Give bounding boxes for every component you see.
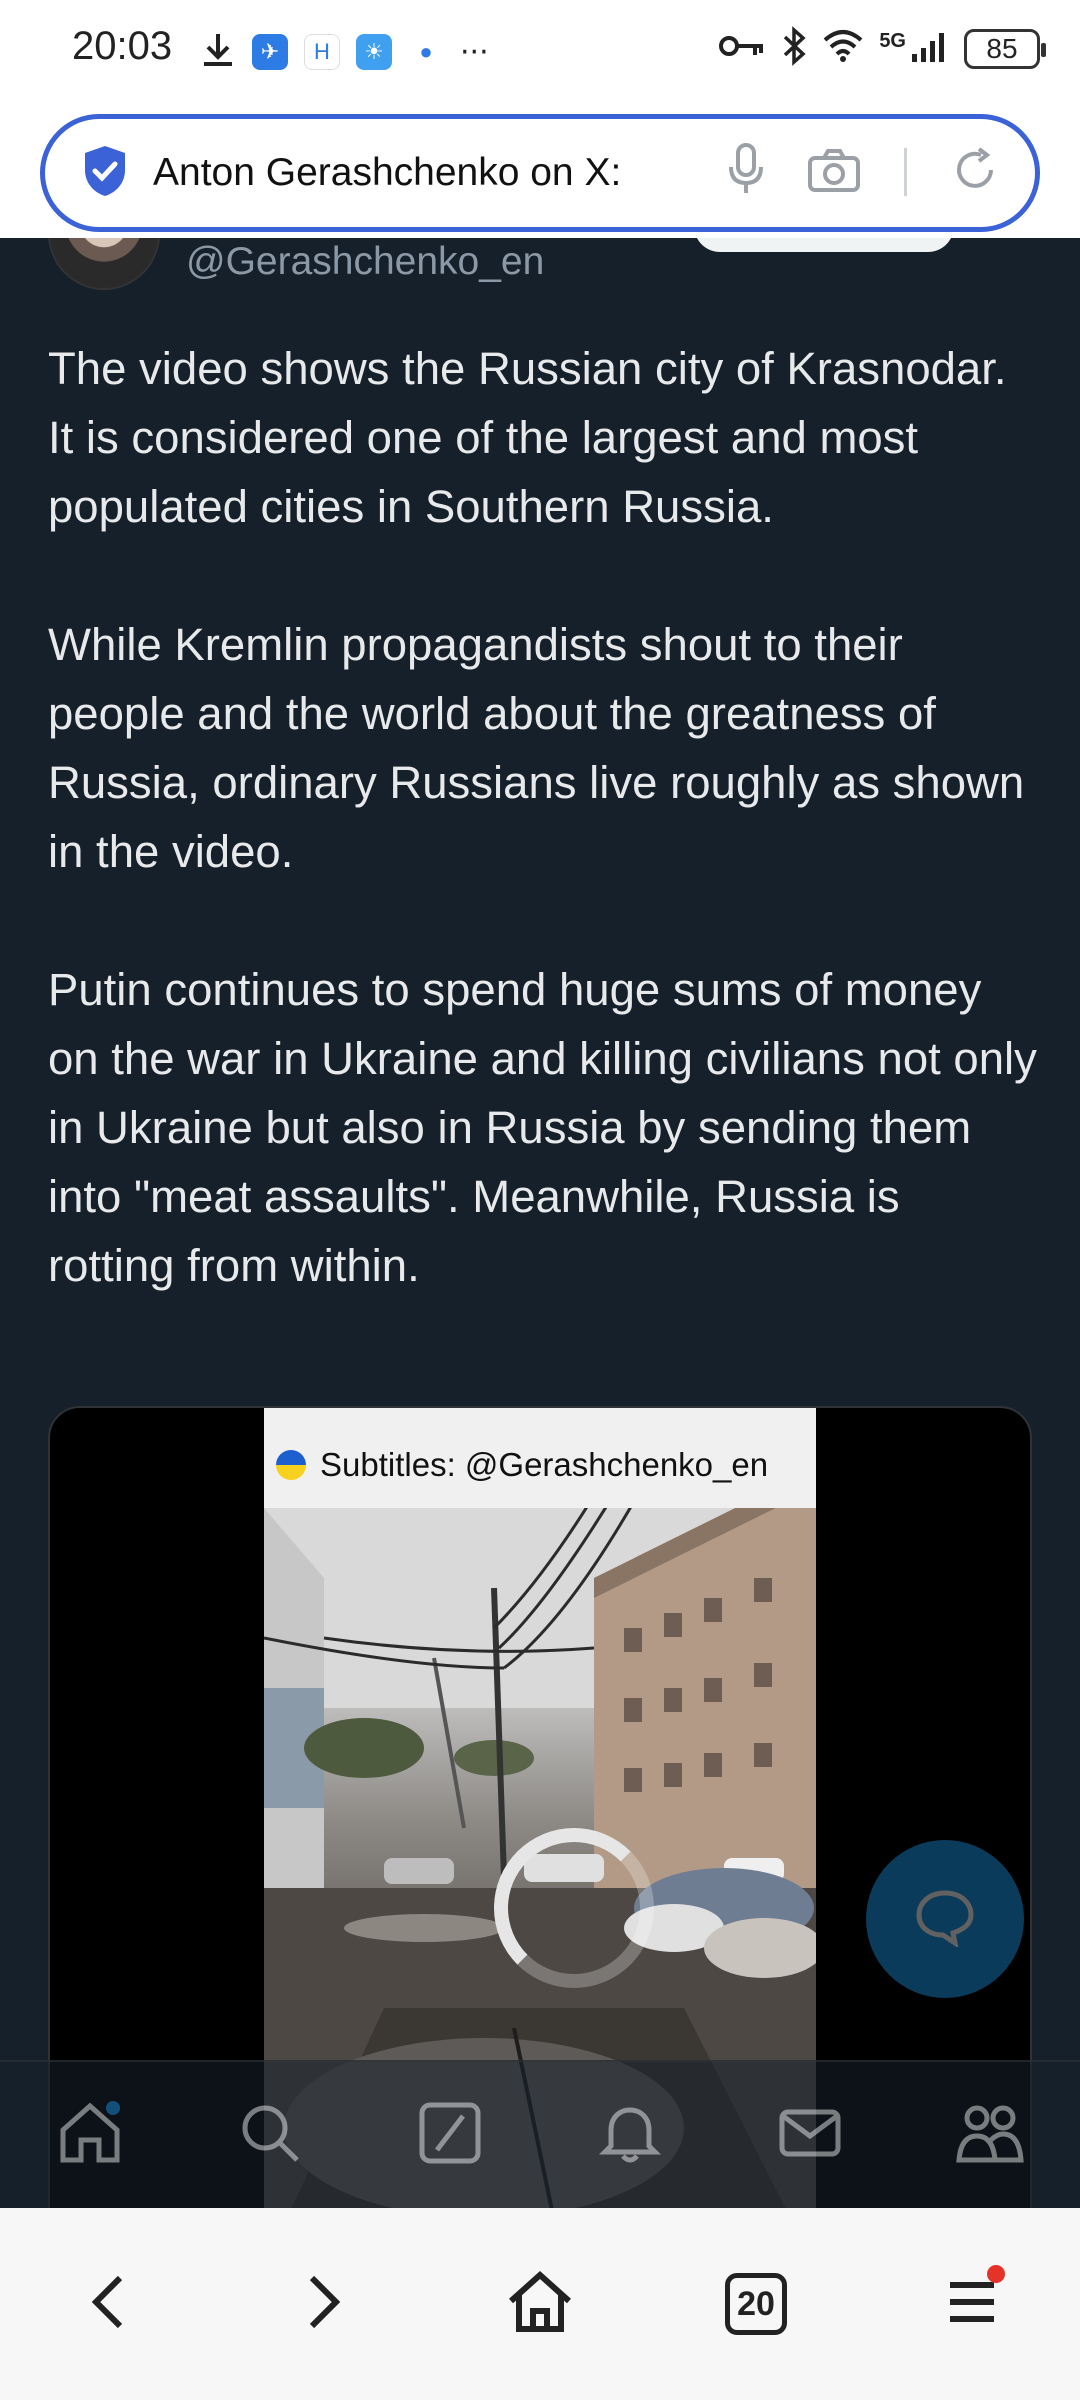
author-handle[interactable]: @Gerashchenko_en bbox=[186, 240, 544, 284]
address-actions bbox=[728, 143, 999, 201]
loading-spinner-icon bbox=[494, 1828, 654, 1988]
messages-icon bbox=[777, 2100, 843, 2170]
menu-button[interactable] bbox=[917, 2249, 1027, 2359]
nav-grok[interactable] bbox=[410, 2095, 490, 2175]
browser-toolbar: Anton Gerashchenko on X: bbox=[0, 100, 1080, 238]
chevron-left-icon bbox=[86, 2272, 130, 2336]
tweet-text: The video shows the Russian city of Kras… bbox=[48, 334, 1038, 1369]
tabs-button[interactable]: 20 bbox=[701, 2249, 811, 2359]
nav-home[interactable] bbox=[50, 2095, 130, 2175]
weather-icon: ☀ bbox=[356, 34, 392, 70]
tabs-count: 20 bbox=[725, 2273, 787, 2335]
h-app-icon: H bbox=[304, 34, 340, 70]
address-divider bbox=[904, 148, 907, 196]
tweet: @Gerashchenko_en The video shows the Rus… bbox=[0, 238, 1080, 2208]
browser-app-icon: ● bbox=[408, 34, 444, 70]
download-icon bbox=[200, 30, 236, 74]
address-bar[interactable]: Anton Gerashchenko on X: bbox=[40, 114, 1040, 232]
reload-icon[interactable] bbox=[951, 146, 999, 198]
unread-dot bbox=[106, 2101, 120, 2115]
tweet-paragraph: The video shows the Russian city of Kras… bbox=[48, 343, 1007, 532]
forward-button[interactable] bbox=[269, 2249, 379, 2359]
battery-indicator: 85 bbox=[964, 28, 1046, 69]
page-title-in-address: Anton Gerashchenko on X: bbox=[153, 151, 622, 194]
search-icon bbox=[237, 2100, 303, 2170]
tweet-paragraph: Putin continues to spend huge sums of mo… bbox=[48, 964, 1037, 1291]
notifications-icon bbox=[597, 2100, 663, 2170]
microphone-icon[interactable] bbox=[728, 143, 764, 201]
browser-home-icon bbox=[505, 2269, 575, 2339]
video-subtitle: Subtitles: @Gerashchenko_en bbox=[276, 1446, 768, 1484]
menu-notification-dot bbox=[987, 2265, 1005, 2283]
grok-icon bbox=[417, 2100, 483, 2170]
chevron-right-icon bbox=[302, 2272, 346, 2336]
status-bar: 20:03 ✈ H ☀ ● ··· 5G 85 bbox=[0, 0, 1080, 100]
back-button[interactable] bbox=[53, 2249, 163, 2359]
system-indicators: 5G 85 bbox=[719, 26, 1046, 71]
signal-icon bbox=[910, 28, 950, 69]
more-notifications-icon: ··· bbox=[460, 34, 489, 70]
chat-bubble-icon bbox=[913, 1887, 977, 1951]
browser-bottom-bar: 20 bbox=[0, 2208, 1080, 2400]
video-subtitle-text: Subtitles: @Gerashchenko_en bbox=[320, 1446, 769, 1483]
avatar[interactable] bbox=[48, 238, 160, 290]
nav-search[interactable] bbox=[230, 2095, 310, 2175]
menu-icon bbox=[946, 2277, 998, 2331]
bluetooth-icon bbox=[781, 26, 807, 71]
app-notification-icon: ✈ bbox=[252, 34, 288, 70]
nav-communities[interactable] bbox=[950, 2095, 1030, 2175]
camera-search-icon[interactable] bbox=[808, 148, 860, 196]
network-type-label: 5G bbox=[879, 30, 906, 52]
follow-button[interactable] bbox=[694, 238, 954, 252]
nav-notifications[interactable] bbox=[590, 2095, 670, 2175]
compose-reply-button[interactable] bbox=[866, 1840, 1024, 1998]
nav-messages[interactable] bbox=[770, 2095, 850, 2175]
x-bottom-navigation bbox=[0, 2060, 1080, 2208]
status-time: 20:03 bbox=[72, 24, 173, 68]
notification-icons: ✈ H ☀ ● ··· bbox=[200, 30, 489, 74]
communities-icon bbox=[955, 2100, 1025, 2170]
security-shield-icon bbox=[81, 144, 129, 202]
ukraine-flag-icon bbox=[276, 1450, 306, 1480]
vpn-key-icon bbox=[719, 31, 767, 66]
wifi-icon bbox=[821, 28, 865, 69]
home-button[interactable] bbox=[485, 2249, 595, 2359]
tweet-paragraph: While Kremlin propagandists shout to the… bbox=[48, 619, 1025, 877]
